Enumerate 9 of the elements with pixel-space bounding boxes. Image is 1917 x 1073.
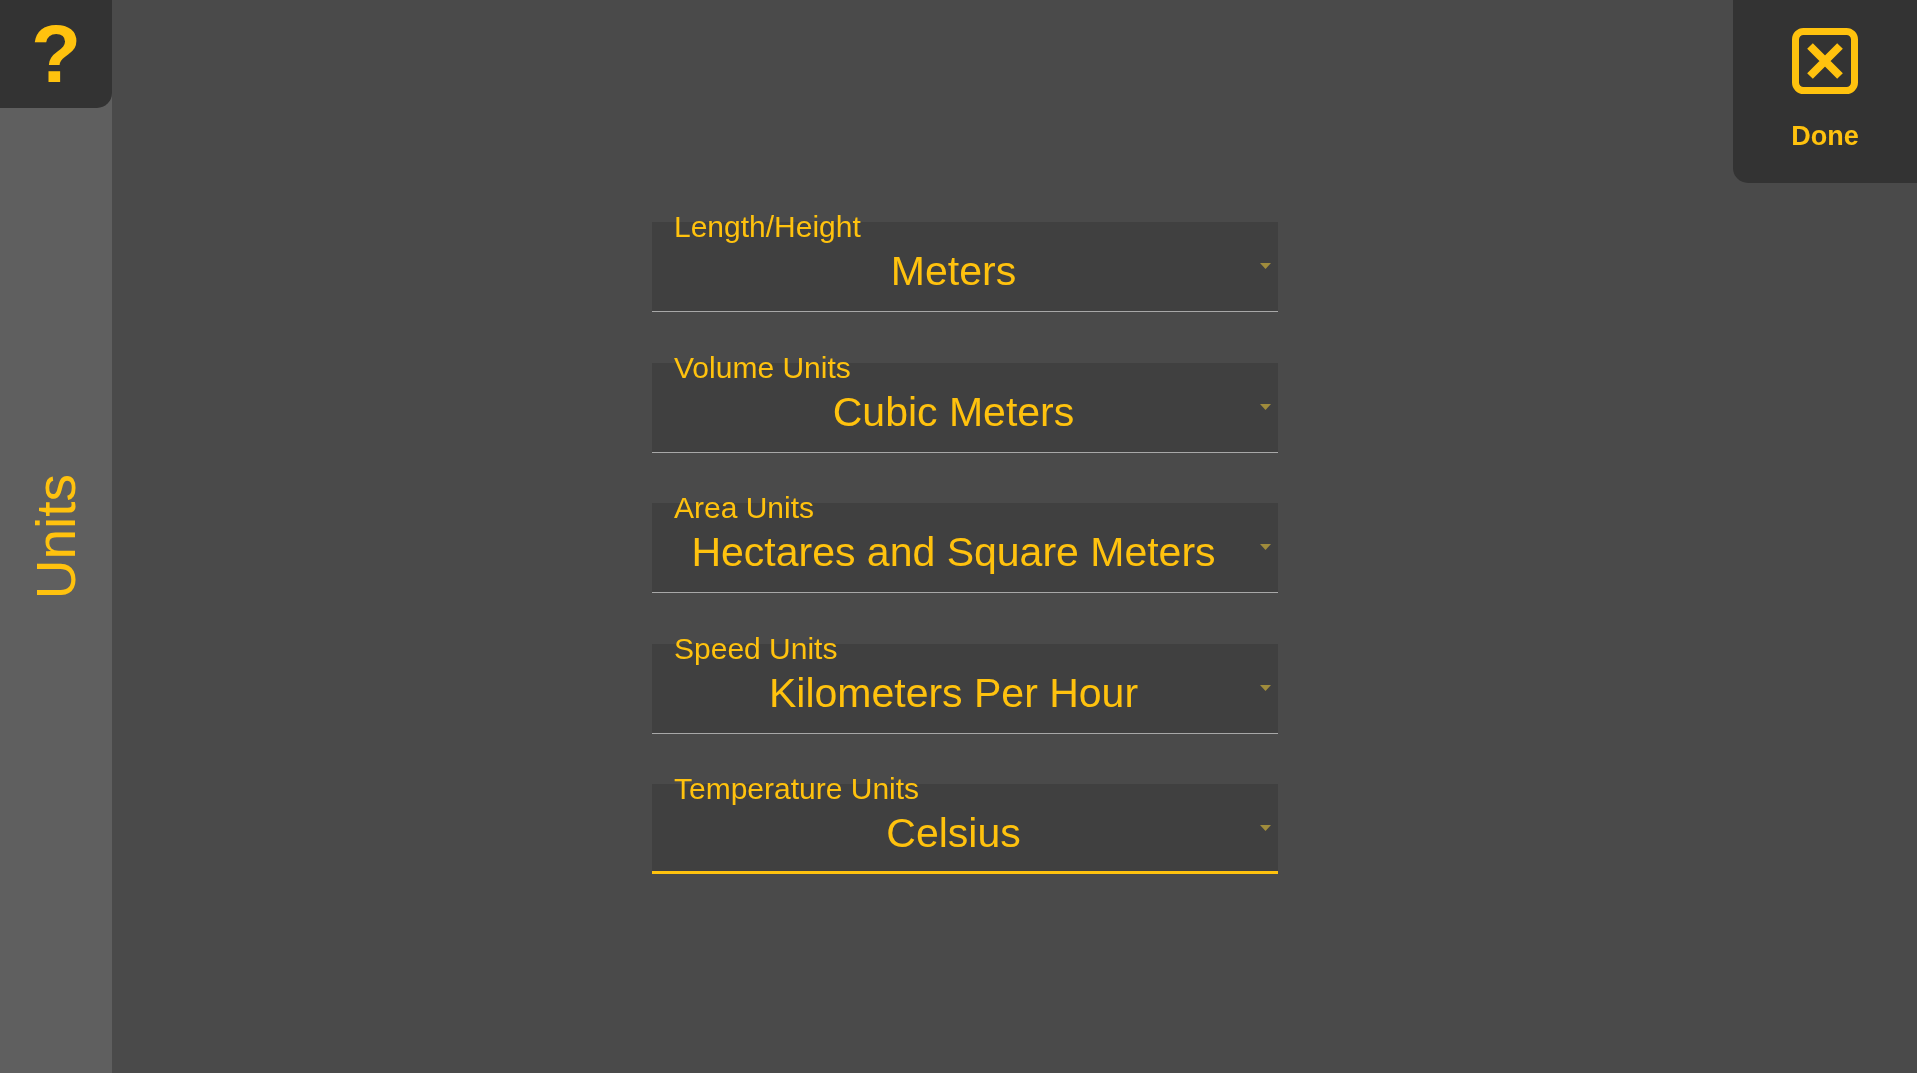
caret-icon xyxy=(1260,825,1271,831)
caret-icon xyxy=(1260,544,1271,550)
caret-icon xyxy=(1260,403,1271,410)
help-button[interactable]: ? xyxy=(0,0,112,108)
close-icon xyxy=(1792,28,1858,94)
done-button[interactable]: Done xyxy=(1733,0,1917,183)
sidebar-title: Units xyxy=(25,473,87,600)
caret-icon xyxy=(1260,684,1271,691)
caret-icon xyxy=(1260,263,1271,269)
